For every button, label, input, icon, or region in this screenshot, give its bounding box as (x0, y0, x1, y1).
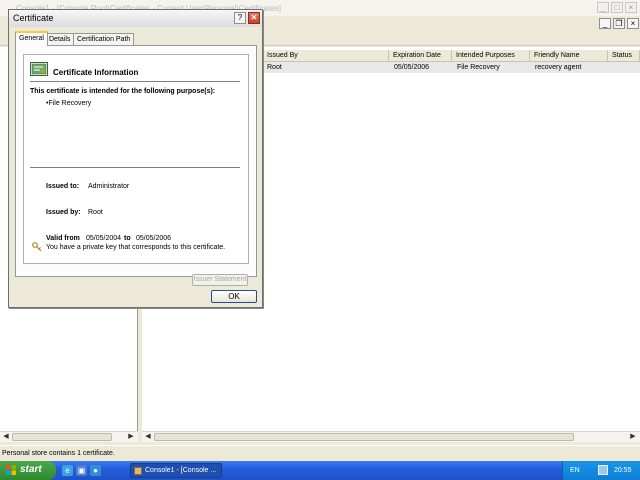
certificate-dialog: Certificate ? ✕ General Details Certific… (8, 9, 263, 308)
tab-general[interactable]: General (15, 31, 48, 46)
help-icon[interactable]: ? (234, 12, 246, 24)
right-horizontal-scrollbar[interactable]: ◀ ▶ (142, 431, 640, 442)
maximize-icon[interactable]: □ (611, 2, 623, 13)
scroll-thumb[interactable] (154, 433, 574, 441)
scroll-left-icon[interactable]: ◀ (143, 432, 153, 442)
quicklaunch-media-icon[interactable]: ● (90, 465, 101, 476)
task-label: Console1 - [Console ... (145, 467, 217, 474)
general-tab-panel: Certificate Information This certificate… (15, 45, 257, 286)
private-key-note: You have a private key that corresponds … (46, 244, 226, 251)
cell-purposes: File Recovery (457, 64, 500, 71)
column-status[interactable]: Status (608, 50, 640, 62)
ok-button[interactable]: OK (211, 290, 257, 303)
quicklaunch-desktop-icon[interactable]: ▣ (76, 465, 87, 476)
cell-friendly-name: recovery agent (535, 64, 582, 71)
windows-logo-icon (6, 465, 16, 475)
valid-to-value: 05/05/2006 (136, 235, 172, 242)
info-heading: Certificate Information (53, 68, 139, 77)
clock: 20:55 (614, 467, 632, 474)
valid-from-value: 05/05/2004 (86, 235, 122, 242)
cell-expiration: 05/05/2006 (394, 64, 430, 71)
network-icon[interactable] (598, 465, 608, 475)
taskbar-item-console[interactable]: Console1 - [Console ... (130, 463, 222, 478)
key-icon (32, 242, 42, 252)
issued-to-value: Administrator (88, 183, 130, 190)
table-row[interactable]: Root 05/05/2006 File Recovery recovery a… (263, 62, 640, 73)
quicklaunch-ie-icon[interactable]: e (62, 465, 73, 476)
dialog-title: Certificate (13, 13, 54, 23)
cell-issued-by: Root (267, 64, 282, 71)
column-intended-purposes[interactable]: Intended Purposes (452, 50, 530, 62)
column-issued-by[interactable]: Issued By (263, 50, 389, 62)
certificate-info-box: Certificate Information This certificate… (23, 54, 249, 264)
console-icon (134, 467, 142, 475)
tab-certification-path[interactable]: Certification Path (73, 33, 135, 45)
purpose-item: •File Recovery (46, 100, 92, 107)
scroll-left-icon[interactable]: ◀ (1, 432, 11, 442)
issuer-statement-button[interactable]: Issuer Statement (192, 274, 248, 286)
language-indicator[interactable]: EN (570, 467, 580, 474)
minimize-icon[interactable]: _ (597, 2, 609, 13)
close-icon[interactable]: × (625, 2, 637, 13)
issued-by-value: Root (88, 209, 103, 216)
minimize-icon[interactable]: _ (599, 18, 611, 29)
certificate-icon (30, 62, 48, 76)
divider (30, 167, 240, 168)
status-bar: Personal store contains 1 certificate. (0, 445, 640, 461)
dialog-titlebar[interactable]: Certificate (9, 10, 262, 27)
tab-details[interactable]: Details (45, 33, 75, 45)
scroll-thumb[interactable] (12, 433, 112, 441)
list-header: Issued By Expiration Date Intended Purpo… (263, 50, 640, 62)
left-horizontal-scrollbar[interactable]: ◀ ▶ (0, 431, 138, 442)
valid-to-label: to (124, 235, 131, 242)
column-expiration-date[interactable]: Expiration Date (389, 50, 452, 62)
valid-from-label: Valid from (46, 235, 80, 242)
restore-icon[interactable]: ❐ (613, 18, 625, 29)
start-label: start (20, 464, 42, 475)
column-friendly-name[interactable]: Friendly Name (530, 50, 608, 62)
start-button[interactable]: start (0, 461, 56, 480)
purpose-heading: This certificate is intended for the fol… (30, 88, 216, 95)
close-icon[interactable]: × (627, 18, 639, 29)
taskbar: start e ▣ ● Console1 - [Console ... EN 2… (0, 461, 640, 480)
issued-by-label: Issued by: (46, 209, 81, 216)
close-icon[interactable]: ✕ (248, 12, 260, 24)
scroll-right-icon[interactable]: ▶ (126, 432, 136, 442)
scroll-right-icon[interactable]: ▶ (628, 432, 638, 442)
issued-to-label: Issued to: (46, 183, 80, 190)
divider (30, 81, 240, 82)
status-text: Personal store contains 1 certificate. (2, 450, 115, 457)
